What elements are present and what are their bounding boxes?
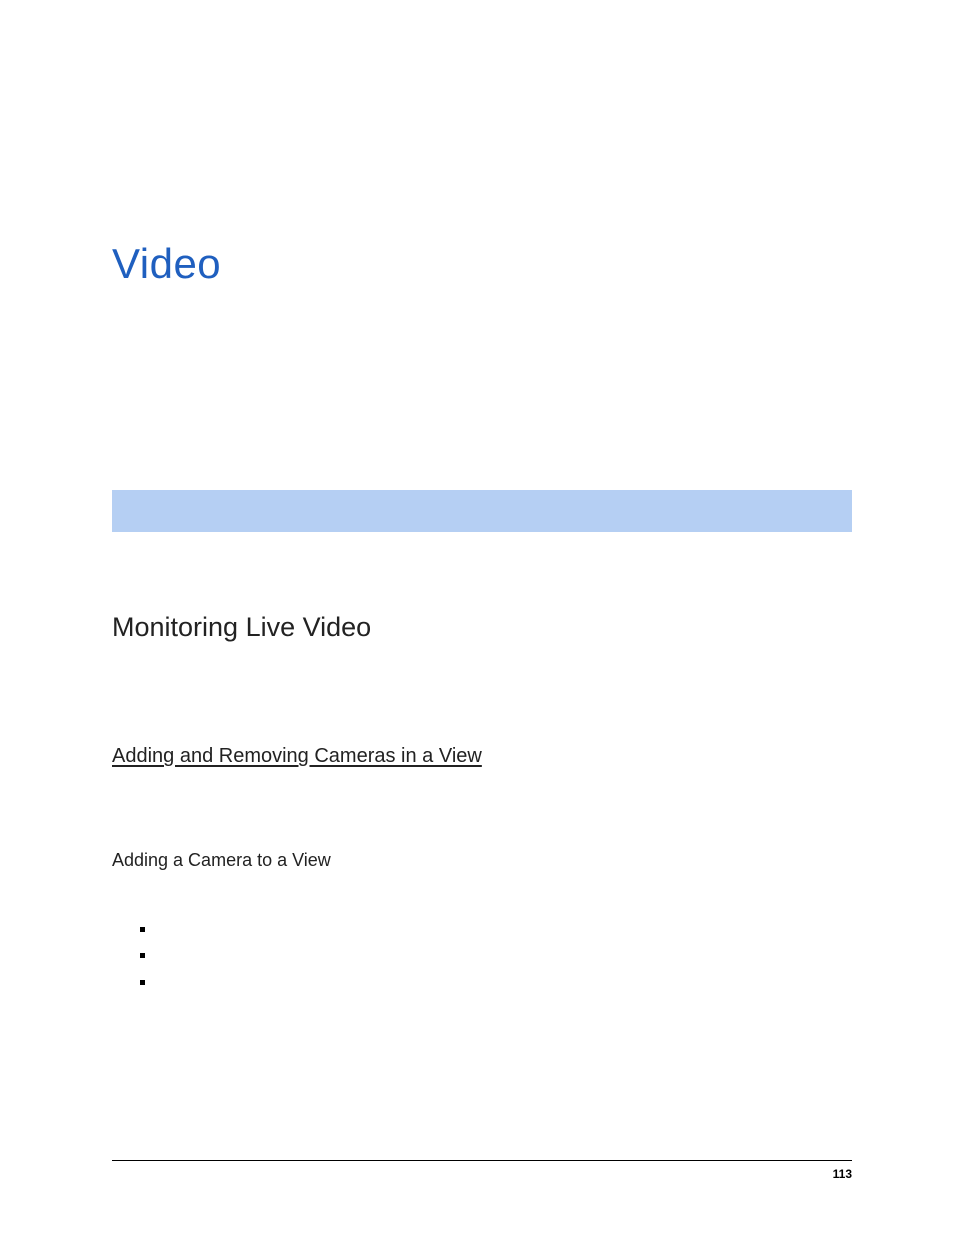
section-intro-text — [112, 665, 852, 684]
subheading: Adding a Camera to a View — [112, 850, 331, 871]
subsection-intro-text — [112, 790, 852, 809]
chapter-title: Video — [112, 240, 221, 288]
section-band — [112, 490, 852, 532]
page-number: 113 — [112, 1167, 852, 1181]
trailing-paragraph — [112, 1032, 852, 1052]
page-footer: 113 — [112, 1160, 852, 1181]
list-item — [140, 947, 852, 966]
section-title: Monitoring Live Video — [112, 612, 371, 643]
subsection-title: Adding and Removing Cameras in a View — [112, 745, 482, 768]
subheading-intro-text — [112, 885, 852, 904]
document-page: Video Monitoring Live Video Adding and R… — [0, 0, 954, 1235]
list-item — [140, 974, 852, 993]
footer-rule — [112, 1160, 852, 1161]
list-item — [140, 920, 852, 939]
bullet-list — [140, 920, 852, 1001]
